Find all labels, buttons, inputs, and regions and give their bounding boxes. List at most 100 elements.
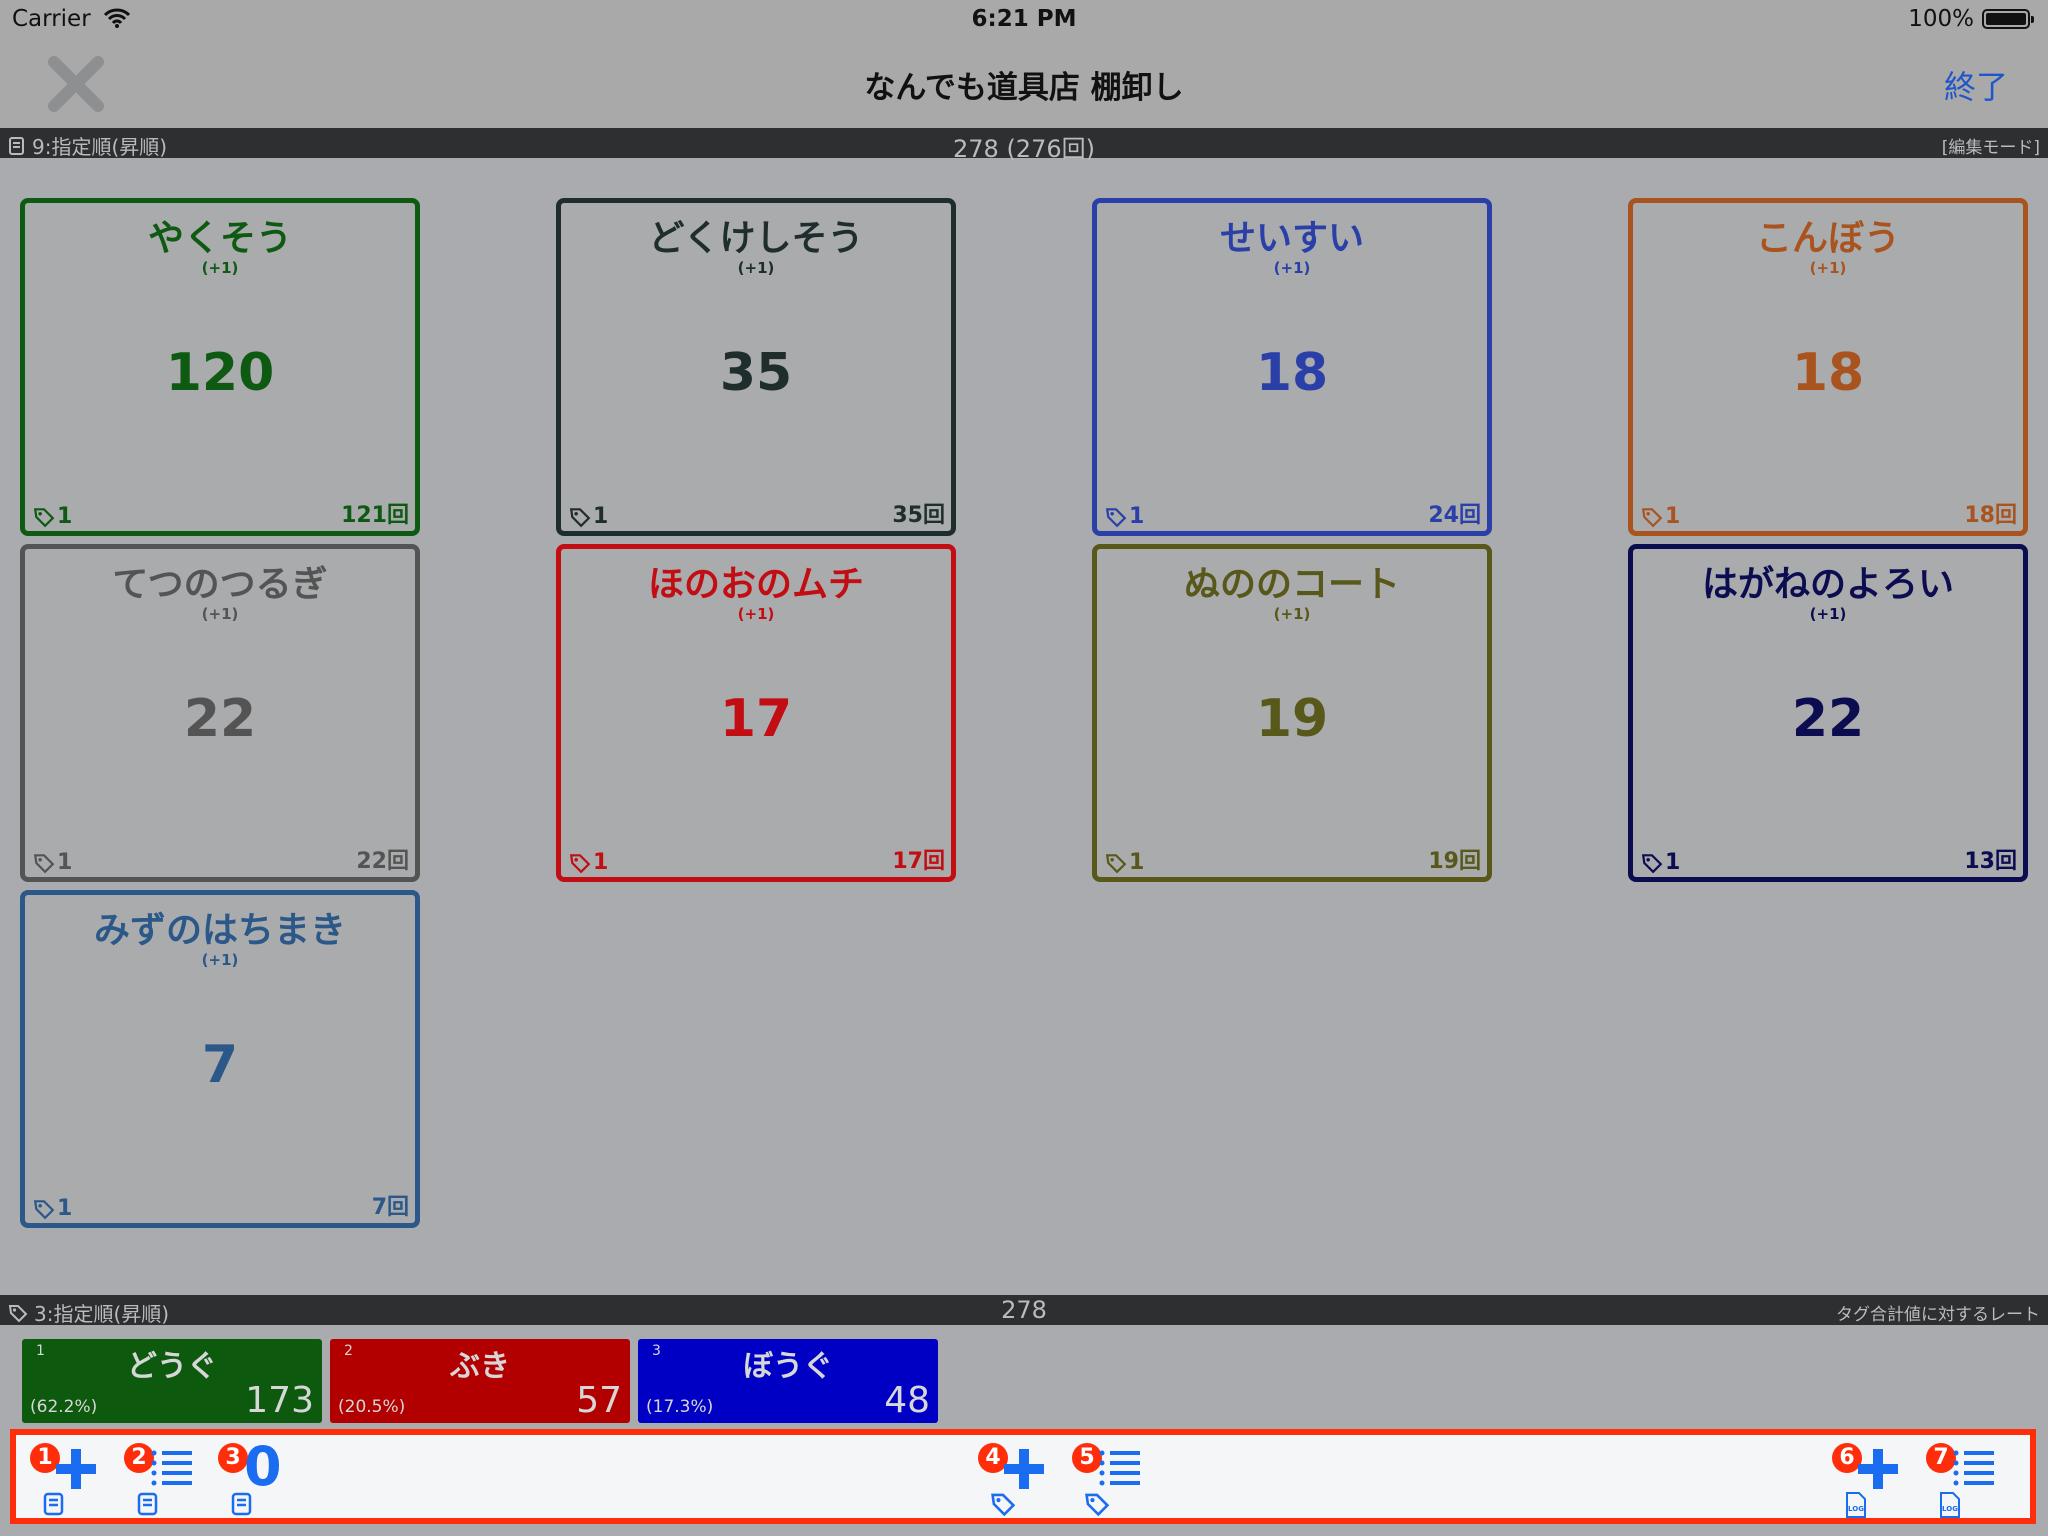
item-quantity: 7 (201, 1035, 239, 1095)
item-quantity: 19 (1255, 689, 1329, 749)
tag-icon (1641, 853, 1663, 873)
toolbar-button-2[interactable]: 2 (124, 1443, 204, 1519)
item-card[interactable]: みずのはちまき (+1) 7 1 7回 (20, 890, 420, 1228)
tag-percent: (20.5%) (338, 1397, 406, 1417)
toolbar-button-5[interactable]: 5 (1072, 1443, 1152, 1519)
item-card[interactable]: せいすい (+1) 18 1 24回 (1092, 198, 1492, 536)
tag-chip[interactable]: 3 ぼうぐ (17.3%) 48 (638, 1339, 938, 1423)
tag-icon (569, 507, 591, 527)
tag-icon (1084, 1491, 1110, 1521)
item-tag-number: 1 (593, 504, 609, 529)
item-increment: (+1) (737, 605, 775, 623)
item-card[interactable]: どくけしそう (+1) 35 1 35回 (556, 198, 956, 536)
item-name: ぬののコート (1183, 564, 1400, 605)
page-title: なんでも道具店 棚卸し (864, 70, 1184, 106)
item-tag: 1 (569, 504, 608, 529)
item-increment: (+1) (1809, 605, 1847, 623)
add-icon (1000, 1445, 1048, 1497)
item-tag: 1 (1641, 504, 1680, 529)
item-increment: (+1) (201, 259, 239, 277)
status-bar: Carrier 6:21 PM 100% (0, 0, 2048, 40)
zero-icon: 0 (244, 1435, 282, 1498)
add-icon (52, 1445, 100, 1497)
tag-icon (1641, 507, 1663, 527)
item-tag: 1 (1641, 850, 1680, 875)
item-quantity: 22 (1791, 689, 1865, 749)
tag-name: ぼうぐ (743, 1349, 833, 1384)
item-quantity: 18 (1791, 343, 1865, 403)
navigation-bar: なんでも道具店 棚卸し 終了 (0, 40, 2048, 128)
log-icon: LOG (1844, 1491, 1868, 1523)
item-card[interactable]: こんぼう (+1) 18 1 18回 (1628, 198, 2028, 536)
item-tag: 1 (33, 504, 72, 529)
item-tag: 1 (1105, 850, 1144, 875)
item-count: 18回 (1964, 503, 2017, 528)
tag-icon (33, 507, 55, 527)
item-tag: 1 (33, 850, 72, 875)
clock-label: 6:21 PM (971, 6, 1077, 32)
done-button[interactable]: 終了 (1944, 62, 2008, 108)
tag-name: ぶき (450, 1349, 510, 1384)
item-quantity: 120 (165, 343, 275, 403)
book-icon (42, 1491, 66, 1521)
log-label: LOG (1848, 1505, 1864, 1513)
tag-chip[interactable]: 1 どうぐ (62.2%) 173 (22, 1339, 322, 1423)
item-tag-number: 1 (57, 504, 73, 529)
add-icon (1854, 1445, 1902, 1497)
item-tag: 1 (569, 850, 608, 875)
rate-basis-label: タグ合計値に対するレート (1836, 1305, 2040, 1325)
tag-icon (33, 853, 55, 873)
toolbar-button-7[interactable]: 7 LOG (1926, 1443, 2006, 1519)
item-card[interactable]: はがねのよろい (+1) 22 1 13回 (1628, 544, 2028, 882)
tag-icon (990, 1491, 1016, 1521)
item-count: 13回 (1964, 849, 2017, 874)
tag-value: 48 (884, 1380, 930, 1421)
tag-value: 57 (576, 1380, 622, 1421)
toolbar-button-6[interactable]: 6 LOG (1832, 1443, 1912, 1519)
tag-name: どうぐ (127, 1349, 217, 1384)
tag-percent: (17.3%) (646, 1397, 714, 1417)
item-tag-number: 1 (593, 850, 609, 875)
item-count: 121回 (341, 503, 409, 528)
item-tag-number: 1 (1129, 850, 1145, 875)
tags-section-header: 3:指定順(昇順) 278 タグ合計値に対するレート (0, 1295, 2048, 1326)
item-increment: (+1) (1809, 259, 1847, 277)
item-name: やくそう (147, 218, 292, 259)
item-tag-number: 1 (1665, 504, 1681, 529)
item-increment: (+1) (1273, 259, 1311, 277)
item-increment: (+1) (201, 605, 239, 623)
tag-chip[interactable]: 2 ぶき (20.5%) 57 (330, 1339, 630, 1423)
log-label: LOG (1942, 1505, 1958, 1513)
item-tag-number: 1 (57, 850, 73, 875)
tag-icon (569, 853, 591, 873)
tag-percent: (62.2%) (30, 1397, 98, 1417)
list-icon (1948, 1445, 1996, 1497)
item-card[interactable]: やくそう (+1) 120 1 121回 (20, 198, 420, 536)
item-count: 22回 (356, 849, 409, 874)
item-increment: (+1) (201, 951, 239, 969)
edit-mode-label[interactable]: [編集モード] (1942, 133, 2040, 158)
items-section-header: 9:指定順(昇順) 278 (276回) [編集モード] (0, 128, 2048, 163)
item-card[interactable]: ぬののコート (+1) 19 1 19回 (1092, 544, 1492, 882)
item-name: みずのはちまき (93, 910, 346, 951)
item-tag: 1 (33, 1196, 72, 1221)
book-icon (136, 1491, 160, 1521)
item-quantity: 17 (719, 689, 793, 749)
log-icon: LOG (1938, 1491, 1962, 1523)
item-name: どくけしそう (648, 218, 864, 259)
item-name: はがねのよろい (1701, 564, 1954, 605)
item-count: 19回 (1428, 849, 1481, 874)
toolbar-button-3[interactable]: 30 (218, 1435, 298, 1519)
tags-total: 278 (1001, 1296, 1047, 1324)
item-name: こんぼう (1755, 218, 1900, 259)
toolbar-button-1[interactable]: 1 (30, 1443, 110, 1519)
item-card[interactable]: ほのおのムチ (+1) 17 1 17回 (556, 544, 956, 882)
item-name: せいすい (1219, 218, 1364, 259)
item-quantity: 18 (1255, 343, 1329, 403)
item-count: 24回 (1428, 503, 1481, 528)
toolbar-button-4[interactable]: 4 (978, 1443, 1058, 1519)
item-card[interactable]: てつのつるぎ (+1) 22 1 22回 (20, 544, 420, 882)
item-increment: (+1) (737, 259, 775, 277)
bottom-toolbar: 1 2 3 0 4 5 6 LOG 7 LOG (10, 1429, 2036, 1524)
battery-percent: 100% (1908, 6, 1974, 32)
